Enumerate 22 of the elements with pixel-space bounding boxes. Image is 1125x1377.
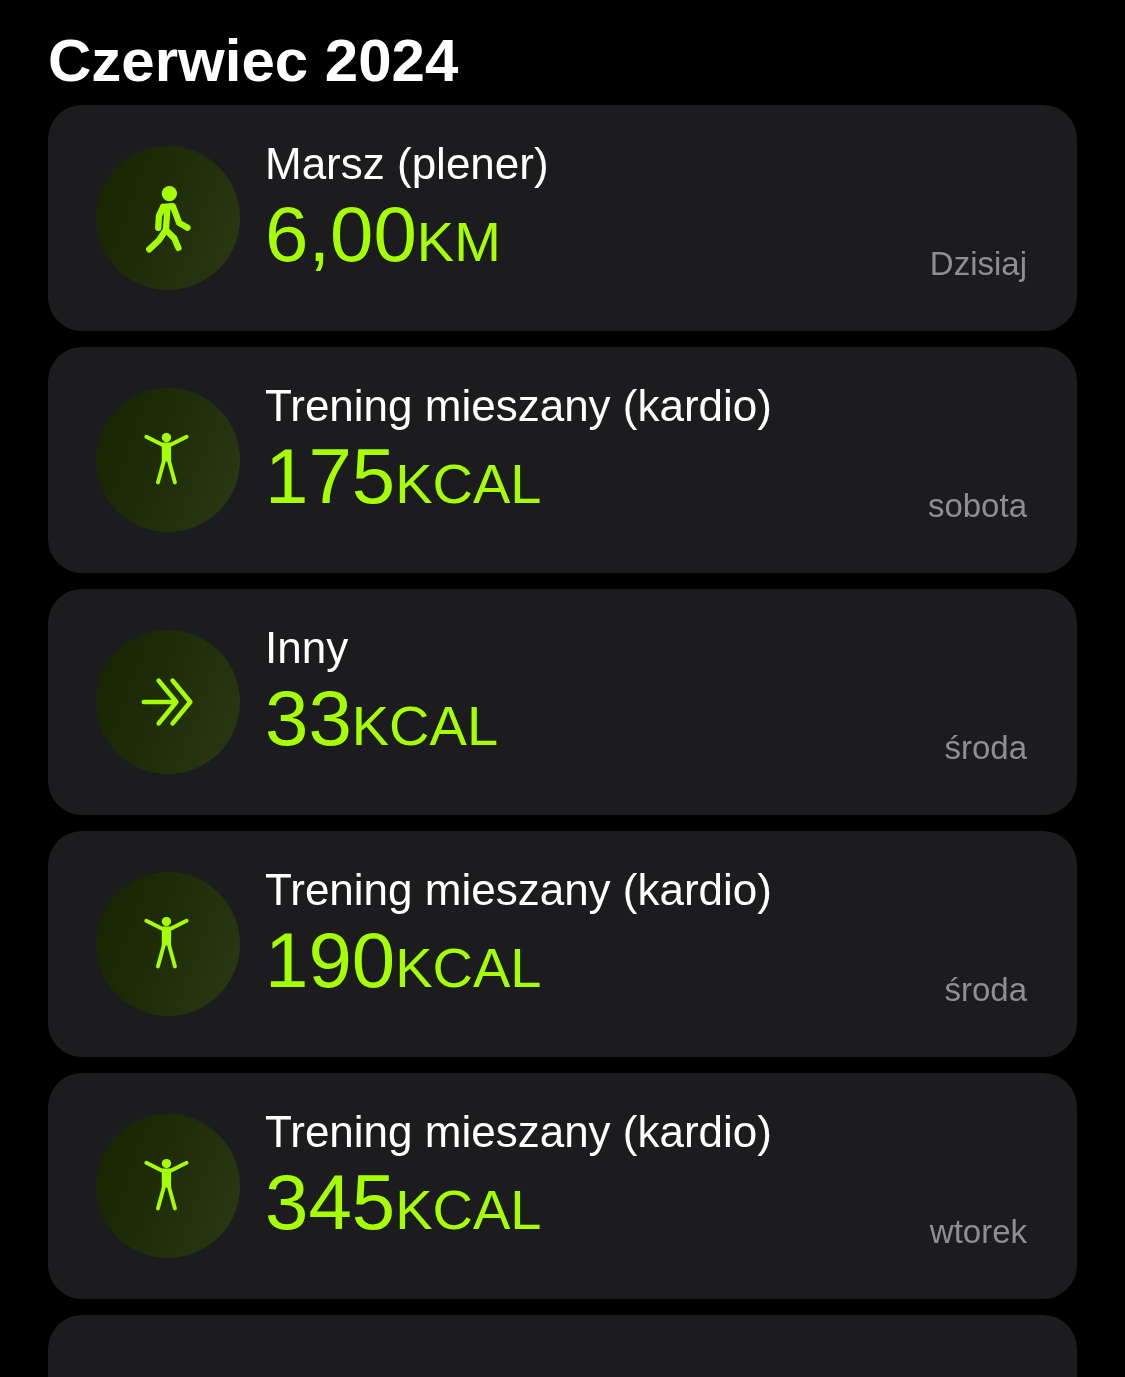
workout-day: wtorek [929, 1213, 1027, 1251]
workout-card[interactable]: Marsz (plener) 6,00KM Dzisiaj [48, 105, 1077, 331]
workout-metric: 190KCAL [265, 917, 542, 1006]
workout-card[interactable]: Trening mieszany (kardio) 175KCAL sobota [48, 347, 1077, 573]
workout-name: Trening mieszany (kardio) [265, 1106, 772, 1158]
month-heading: Czerwiec 2024 [48, 26, 460, 96]
workout-name: Trening mieszany (kardio) [265, 864, 772, 916]
workout-metric: 6,00KM [265, 191, 501, 280]
walking-person-icon [145, 183, 191, 253]
workout-metric: 345KCAL [265, 1159, 542, 1248]
workout-day: środa [944, 729, 1027, 767]
workout-day: środa [944, 971, 1027, 1009]
workout-name: Trening mieszany (kardio) [265, 380, 772, 432]
workout-day: sobota [927, 487, 1027, 525]
workout-card[interactable]: Trening mieszany (kardio) 345KCAL wtorek [48, 1073, 1077, 1299]
workout-metric: 175KCAL [265, 433, 542, 522]
workout-name: Marsz (plener) [265, 138, 549, 190]
workout-card[interactable]: Trening mieszany (kardio) 190KCAL środa [48, 831, 1077, 1057]
workout-name: Inny [265, 622, 349, 674]
workout-metric: 33KCAL [265, 675, 499, 764]
workout-card[interactable]: Inny 33KCAL środa [48, 589, 1077, 815]
workout-day: Dzisiaj [929, 245, 1027, 283]
